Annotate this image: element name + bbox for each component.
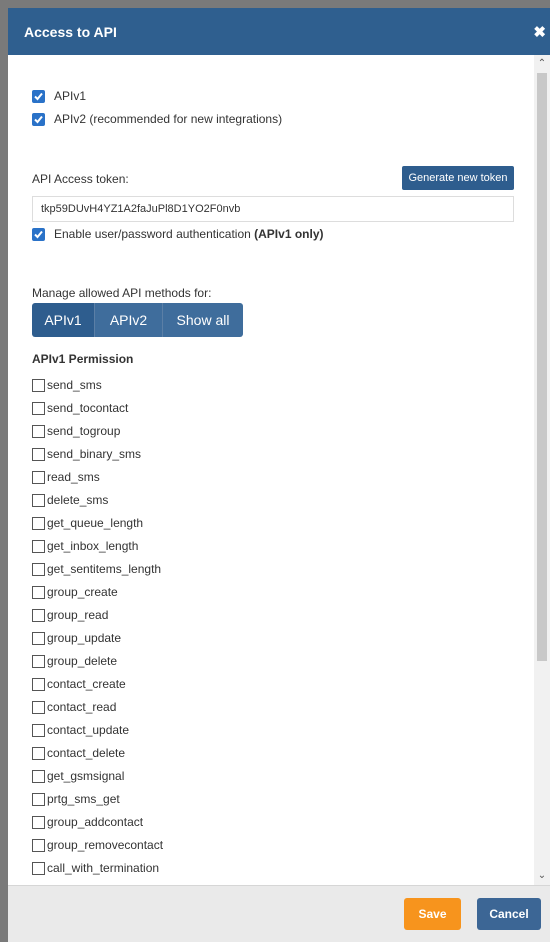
permission-item[interactable]: get_sentitems_length <box>32 561 161 577</box>
permission-checkbox[interactable] <box>32 516 45 530</box>
tab-show-all[interactable]: Show all <box>163 303 243 337</box>
permission-label: get_inbox_length <box>47 539 139 553</box>
permission-item[interactable]: group_removecontact <box>32 837 163 853</box>
dialog-title: Access to API <box>24 23 117 40</box>
token-field[interactable]: tkp59DUvH4YZ1A2faJuPl8D1YO2F0nvb <box>32 196 514 222</box>
permission-label: group_update <box>47 631 122 645</box>
permission-checkbox[interactable] <box>32 677 45 691</box>
permission-item[interactable]: contact_read <box>32 699 116 715</box>
apiv1-checkbox[interactable] <box>32 90 45 103</box>
permission-checkbox[interactable] <box>32 585 45 599</box>
permission-checkbox[interactable] <box>32 654 45 668</box>
permission-label: get_gsmsignal <box>47 769 125 783</box>
permission-checkbox[interactable] <box>32 378 45 392</box>
enable-auth-checkbox[interactable] <box>32 228 45 241</box>
scrollbar-thumb[interactable] <box>537 73 547 661</box>
permission-label: contact_create <box>47 677 126 691</box>
permission-checkbox[interactable] <box>32 470 45 484</box>
permission-label: delete_sms <box>47 493 109 507</box>
scrollbar[interactable]: ⌃ ⌄ <box>534 55 550 885</box>
apiv2-checkbox[interactable] <box>32 113 45 126</box>
permission-label: get_sentitems_length <box>47 562 162 576</box>
api-access-dialog: Access to API ✖ APIv1 APIv2 (recommended… <box>8 8 550 942</box>
permission-item[interactable]: contact_create <box>32 676 126 692</box>
permission-label: group_addcontact <box>47 815 144 829</box>
permission-item[interactable]: send_binary_sms <box>32 446 141 462</box>
permission-item[interactable]: group_read <box>32 607 108 623</box>
cancel-button[interactable]: Cancel <box>477 898 541 930</box>
permission-label: send_togroup <box>47 424 121 438</box>
permission-item[interactable]: send_sms <box>32 377 102 393</box>
enable-auth-suffix: (APIv1 only) <box>254 227 324 241</box>
permission-item[interactable]: group_delete <box>32 653 117 669</box>
close-icon[interactable]: ✖ <box>524 23 550 41</box>
enable-auth-text: Enable user/password authentication <box>54 227 251 241</box>
permission-item[interactable]: send_togroup <box>32 423 120 439</box>
dialog-header: Access to API ✖ <box>8 8 550 55</box>
permission-label: contact_delete <box>47 746 126 760</box>
permission-checkbox[interactable] <box>32 861 45 875</box>
dialog-body[interactable]: APIv1 APIv2 (recommended for new integra… <box>8 55 550 885</box>
permission-checkbox[interactable] <box>32 608 45 622</box>
permission-checkbox[interactable] <box>32 723 45 737</box>
methods-tab-group: APIv1 APIv2 Show all <box>32 303 243 337</box>
permission-label: send_binary_sms <box>47 447 142 461</box>
permission-checkbox[interactable] <box>32 746 45 760</box>
tab-apiv1[interactable]: APIv1 <box>32 303 95 337</box>
tab-apiv2[interactable]: APIv2 <box>95 303 163 337</box>
permission-checkbox[interactable] <box>32 493 45 507</box>
apiv2-label: APIv2 (recommended for new integrations) <box>54 112 283 126</box>
token-label: API Access token: <box>32 172 129 186</box>
permission-item[interactable]: group_addcontact <box>32 814 143 830</box>
permission-label: group_removecontact <box>47 838 164 852</box>
permission-item[interactable]: group_update <box>32 630 121 646</box>
permission-checkbox[interactable] <box>32 401 45 415</box>
permission-label: prtg_sms_get <box>47 792 120 806</box>
scroll-down-icon[interactable]: ⌄ <box>534 869 550 883</box>
permission-item[interactable]: prtg_sms_get <box>32 791 120 807</box>
permission-label: group_delete <box>47 654 118 668</box>
permissions-title: APIv1 Permission <box>32 352 134 366</box>
generate-token-button[interactable]: Generate new token <box>402 166 514 190</box>
permission-label: contact_read <box>47 700 117 714</box>
permission-item[interactable]: read_sms <box>32 469 100 485</box>
manage-methods-label: Manage allowed API methods for: <box>32 286 212 300</box>
permission-item[interactable]: send_tocontact <box>32 400 128 416</box>
permission-checkbox[interactable] <box>32 562 45 576</box>
permission-checkbox[interactable] <box>32 539 45 553</box>
scroll-up-icon[interactable]: ⌃ <box>534 57 550 71</box>
permission-item[interactable]: get_gsmsignal <box>32 768 124 784</box>
permission-checkbox[interactable] <box>32 792 45 806</box>
permission-item[interactable]: get_inbox_length <box>32 538 138 554</box>
permission-label: send_tocontact <box>47 401 129 415</box>
permission-checkbox[interactable] <box>32 424 45 438</box>
permission-label: group_create <box>47 585 118 599</box>
permission-label: read_sms <box>47 470 100 484</box>
permission-label: contact_update <box>47 723 130 737</box>
permission-item[interactable]: contact_delete <box>32 745 125 761</box>
permission-item[interactable]: get_queue_length <box>32 515 143 531</box>
permission-checkbox[interactable] <box>32 700 45 714</box>
apiv1-label: APIv1 <box>54 89 87 103</box>
dialog-footer: Save Cancel <box>8 885 550 942</box>
permission-checkbox[interactable] <box>32 838 45 852</box>
permission-item[interactable]: contact_update <box>32 722 129 738</box>
permission-checkbox[interactable] <box>32 447 45 461</box>
permission-item[interactable]: call_with_termination <box>32 860 159 876</box>
permission-checkbox[interactable] <box>32 815 45 829</box>
permission-label: get_queue_length <box>47 516 144 530</box>
permission-label: call_with_termination <box>47 861 160 875</box>
permission-item[interactable]: delete_sms <box>32 492 108 508</box>
permission-item[interactable]: group_create <box>32 584 118 600</box>
enable-auth-label: Enable user/password authentication (API… <box>54 227 324 241</box>
permission-checkbox[interactable] <box>32 769 45 783</box>
permission-checkbox[interactable] <box>32 631 45 645</box>
permission-label: send_sms <box>47 378 102 392</box>
save-button[interactable]: Save <box>404 898 461 930</box>
permission-label: group_read <box>47 608 109 622</box>
